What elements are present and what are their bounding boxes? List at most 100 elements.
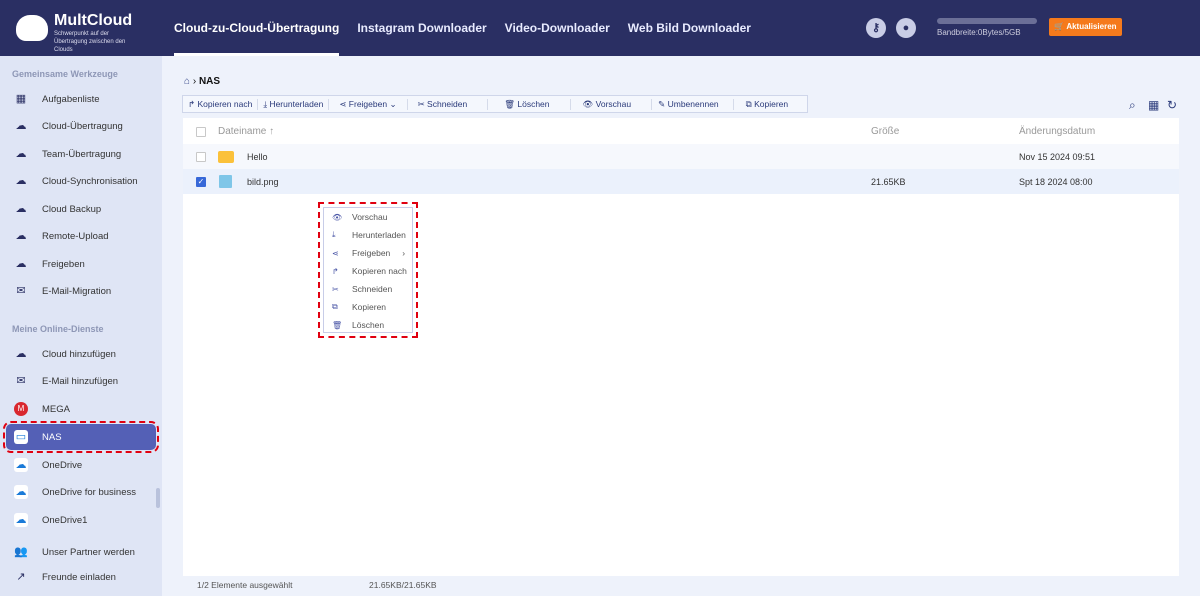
breadcrumb-current: NAS: [198, 76, 221, 87]
refresh-icon[interactable]: ↻: [1167, 98, 1177, 112]
sidebar-item-invite[interactable]: ↗ Freunde einladen: [6, 564, 156, 590]
label: Cloud-Übertragung: [42, 120, 123, 132]
selection-size: 21.65KB/21.65KB: [369, 580, 437, 590]
menu-download[interactable]: ⤓ Herunterladen: [324, 226, 412, 244]
preview-button[interactable]: 👁 Vorschau: [571, 98, 653, 110]
col-date[interactable]: Änderungsdatum: [1019, 126, 1095, 137]
sidebar-item-add-cloud[interactable]: ☁ Cloud hinzufügen: [6, 341, 156, 367]
sidebar-item-backup[interactable]: ☁ Cloud Backup: [6, 196, 156, 222]
user-icon[interactable]: ●: [896, 18, 916, 38]
select-all-checkbox[interactable]: [196, 126, 206, 137]
download-button[interactable]: ⤓ Herunterladen: [258, 98, 330, 110]
email-add-icon: ✉: [16, 375, 26, 387]
delete-button[interactable]: 🗑 Löschen: [488, 98, 571, 110]
upgrade-button[interactable]: 🛒 Aktualisieren: [1049, 18, 1122, 36]
cloud-icon: ☁: [15, 120, 27, 132]
external-link-icon: ↗: [16, 571, 26, 583]
cloud-icon: ☁: [15, 148, 27, 160]
col-size[interactable]: Größe: [871, 126, 899, 137]
scissors-icon: ✂: [332, 284, 339, 294]
sidebar-item-remote-upload[interactable]: ☁ Remote-Upload: [6, 223, 156, 249]
cloud-add-icon: ☁: [15, 348, 27, 360]
table-row[interactable]: Hello Nov 15 2024 09:51: [183, 144, 1179, 169]
share-icon: ☁: [15, 258, 27, 270]
sidebar-scrollbar[interactable]: [156, 488, 160, 508]
sidebar-item-onedrive-business[interactable]: ☁ OneDrive for business: [6, 479, 156, 505]
label: E-Mail-Migration: [42, 285, 112, 297]
copy-to-button[interactable]: ↱ Kopieren nach: [183, 98, 259, 110]
breadcrumb: ⌂ › NAS: [184, 76, 221, 87]
label: OneDrive for business: [42, 486, 136, 498]
label: Aufgabenliste: [42, 93, 100, 105]
key-icon[interactable]: ⚷: [866, 18, 886, 38]
upgrade-label: Aktualisieren: [1066, 22, 1117, 31]
label: Freigeben: [42, 258, 85, 270]
label: Freunde einladen: [42, 571, 116, 583]
grid-view-icon[interactable]: ▦: [1148, 98, 1159, 112]
table-row[interactable]: ✓ bild.png 21.65KB Spt 18 2024 08:00: [183, 169, 1179, 194]
onedrive-icon: ☁: [14, 513, 28, 527]
eye-icon: 👁: [332, 212, 343, 222]
mega-icon: M: [14, 402, 28, 416]
chevron-right-icon: ›: [402, 248, 406, 258]
nav-video[interactable]: Video-Downloader: [505, 0, 610, 56]
onedrive-icon: ☁: [14, 458, 28, 472]
label: Cloud Backup: [42, 203, 102, 215]
sidebar-item-onedrive1[interactable]: ☁ OneDrive1: [6, 507, 156, 533]
image-file-icon: [219, 175, 232, 188]
cloud-upload-icon: ☁: [15, 230, 27, 242]
search-icon[interactable]: ⌕: [1129, 98, 1136, 113]
sidebar-item-onedrive[interactable]: ☁ OneDrive: [6, 452, 156, 478]
nav-cloud-transfer[interactable]: Cloud-zu-Cloud-Übertragung: [174, 0, 340, 56]
sidebar-item-tasks[interactable]: ▦ Aufgabenliste: [6, 86, 156, 112]
section-services: Meine Online-Dienste: [12, 324, 104, 334]
label: Remote-Upload: [42, 230, 109, 242]
home-icon[interactable]: ⌂: [184, 76, 190, 87]
sidebar-item-sync[interactable]: ☁ Cloud-Synchronisation: [6, 168, 156, 194]
cart-icon: 🛒: [1054, 22, 1067, 31]
label: Cloud-Synchronisation: [42, 175, 138, 187]
onedrive-icon: ☁: [14, 485, 28, 499]
cloud-logo-icon: [16, 15, 48, 41]
logo[interactable]: MultCloud Schwerpunkt auf der Übertragun…: [16, 12, 144, 54]
menu-cut[interactable]: ✂ Schneiden: [324, 280, 412, 298]
file-name[interactable]: Hello: [247, 152, 268, 162]
file-date: Nov 15 2024 09:51: [1019, 151, 1096, 162]
cloud-sync-icon: ☁: [15, 175, 27, 187]
table-header: Dateiname ↑ Größe Änderungsdatum: [183, 119, 1179, 144]
menu-copy[interactable]: ⧉ Kopieren: [324, 298, 412, 316]
sidebar-item-partner[interactable]: 👥 Unser Partner werden: [6, 539, 156, 565]
copy-button[interactable]: ⧉ Kopieren: [734, 99, 806, 110]
rename-button[interactable]: ✎ Umbenennen: [652, 98, 734, 110]
share-icon: ⋖: [332, 248, 339, 258]
email-icon: ✉: [16, 285, 26, 297]
file-name[interactable]: bild.png: [247, 177, 279, 187]
sidebar-item-nas[interactable]: ▭ NAS: [3, 421, 159, 453]
sidebar-item-cloud-transfer[interactable]: ☁ Cloud-Übertragung: [6, 113, 156, 139]
row-checkbox[interactable]: ✓: [196, 176, 206, 187]
brand-name: MultCloud: [54, 12, 133, 29]
copy-icon: ⧉: [332, 302, 338, 311]
file-date: Spt 18 2024 08:00: [1019, 176, 1093, 187]
menu-preview[interactable]: 👁 Vorschau: [324, 208, 412, 226]
bandwidth-bar: [937, 18, 1037, 24]
label: Team-Übertragung: [42, 148, 122, 160]
col-filename[interactable]: Dateiname ↑: [218, 126, 274, 137]
sidebar-item-team-transfer[interactable]: ☁ Team-Übertragung: [6, 141, 156, 167]
share-button[interactable]: ⋖ Freigeben ⌄: [329, 98, 408, 110]
menu-share[interactable]: ⋖ Freigeben ›: [324, 244, 412, 262]
sidebar-item-add-email[interactable]: ✉ E-Mail hinzufügen: [6, 368, 156, 394]
sidebar-item-mega[interactable]: M MEGA: [6, 396, 156, 422]
sidebar-item-share[interactable]: ☁ Freigeben: [6, 251, 156, 277]
nav-instagram[interactable]: Instagram Downloader: [357, 0, 486, 56]
label: E-Mail hinzufügen: [42, 375, 119, 387]
sidebar-item-email-migration[interactable]: ✉ E-Mail-Migration: [6, 278, 156, 304]
label: OneDrive: [42, 459, 83, 471]
menu-delete[interactable]: 🗑 Löschen: [324, 316, 412, 334]
menu-copy-to[interactable]: ↱ Kopieren nach: [324, 262, 412, 280]
label: Unser Partner werden: [42, 546, 135, 558]
nav-web-image[interactable]: Web Bild Downloader: [628, 0, 751, 56]
cut-button[interactable]: ✂ Schneiden: [408, 98, 489, 110]
download-icon: ⤓: [332, 230, 336, 239]
row-checkbox[interactable]: [196, 151, 206, 162]
